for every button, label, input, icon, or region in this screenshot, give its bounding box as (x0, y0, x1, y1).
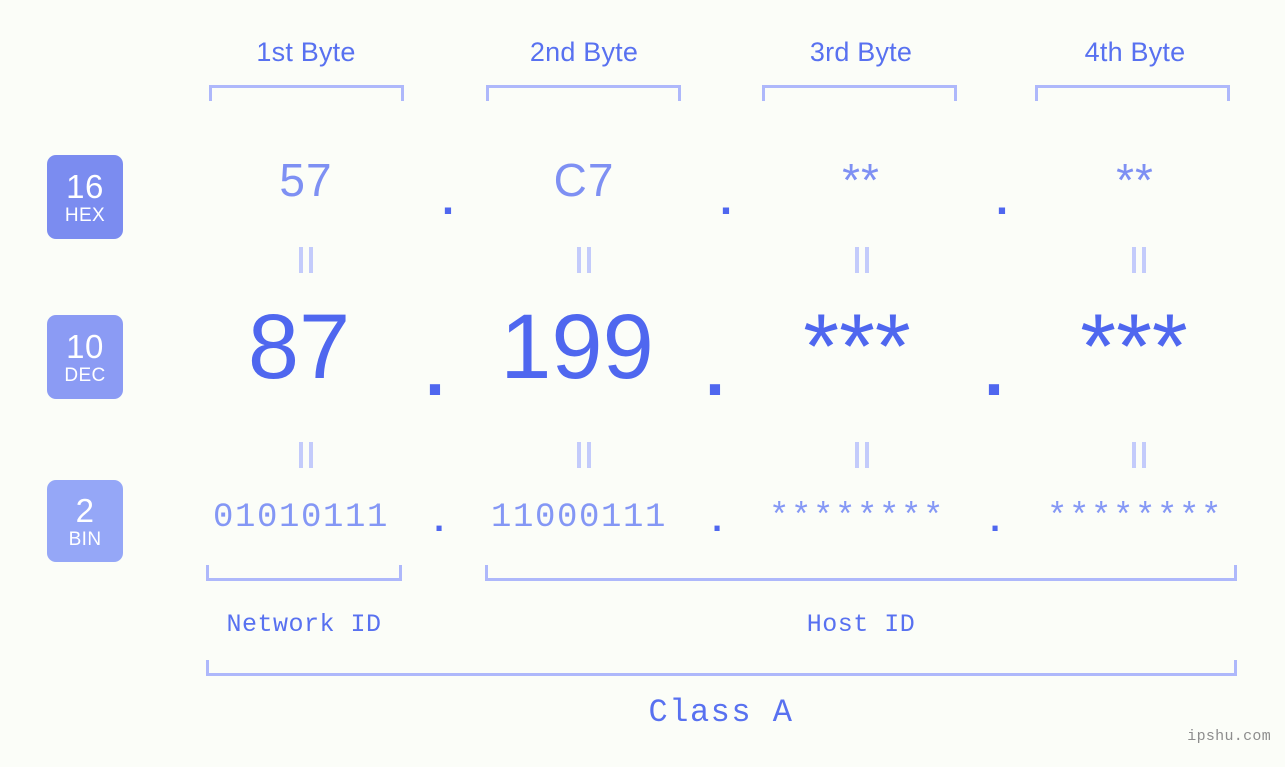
site-watermark: ipshu.com (1187, 728, 1271, 745)
hex-octet-2: C7 (553, 154, 615, 206)
base-badge-hex[interactable]: 16 HEX (47, 155, 123, 239)
host-id-bracket (485, 565, 1237, 581)
base-badge-hex-name: HEX (64, 204, 106, 226)
base-badge-hex-number: 16 (66, 167, 104, 205)
base-badge-dec-number: 10 (66, 327, 104, 365)
byte-header-1: 1st Byte (256, 37, 356, 67)
hex-separator-2: . (719, 175, 733, 224)
hex-separator-1: . (441, 175, 455, 224)
dec-octet-1: 87 (247, 296, 351, 398)
base-badge-dec[interactable]: 10 DEC (47, 315, 123, 399)
hex-separator-3: . (995, 175, 1009, 224)
dec-separator-1: . (424, 331, 445, 411)
byte-bracket-top-2 (486, 85, 681, 101)
equals-marker-dec-bin-1 (295, 442, 317, 468)
dec-octet-3: *** (803, 296, 911, 398)
base-badge-bin-number: 2 (75, 491, 95, 529)
byte-bracket-top-1 (209, 85, 404, 101)
bin-octet-4: ******** (1046, 499, 1224, 537)
equals-marker-hex-dec-2 (573, 247, 595, 273)
class-bracket (206, 660, 1237, 676)
dec-separator-2: . (704, 331, 725, 411)
equals-marker-hex-dec-1 (295, 247, 317, 273)
hex-octet-4: ** (1116, 154, 1154, 206)
bin-octet-2: 11000111 (490, 499, 668, 537)
equals-marker-dec-bin-4 (1128, 442, 1150, 468)
network-id-label: Network ID (226, 610, 382, 639)
byte-header-4: 4th Byte (1084, 37, 1186, 67)
bin-octet-1: 01010111 (212, 499, 390, 537)
equals-marker-hex-dec-3 (851, 247, 873, 273)
byte-header-3: 3rd Byte (809, 37, 913, 67)
bin-separator-1: . (428, 501, 450, 542)
dec-octet-4: *** (1080, 296, 1188, 398)
byte-header-2: 2nd Byte (529, 37, 639, 67)
base-badge-bin-name: BIN (68, 528, 102, 550)
class-label: Class A (648, 694, 794, 731)
bin-separator-3: . (984, 501, 1006, 542)
equals-marker-hex-dec-4 (1128, 247, 1150, 273)
bin-separator-2: . (706, 501, 728, 542)
bin-octet-3: ******** (768, 499, 946, 537)
dec-separator-3: . (983, 331, 1004, 411)
network-id-bracket (206, 565, 402, 581)
equals-marker-dec-bin-2 (573, 442, 595, 468)
base-badge-bin[interactable]: 2 BIN (47, 480, 123, 562)
host-id-label: Host ID (806, 610, 916, 639)
ip-byte-breakdown-diagram: 1st Byte 2nd Byte 3rd Byte 4th Byte 16 H… (0, 0, 1285, 767)
hex-octet-3: ** (842, 154, 880, 206)
byte-bracket-top-4 (1035, 85, 1230, 101)
byte-bracket-top-3 (762, 85, 957, 101)
hex-octet-1: 57 (279, 154, 333, 206)
dec-octet-2: 199 (500, 296, 654, 398)
equals-marker-dec-bin-3 (851, 442, 873, 468)
base-badge-dec-name: DEC (64, 364, 106, 386)
